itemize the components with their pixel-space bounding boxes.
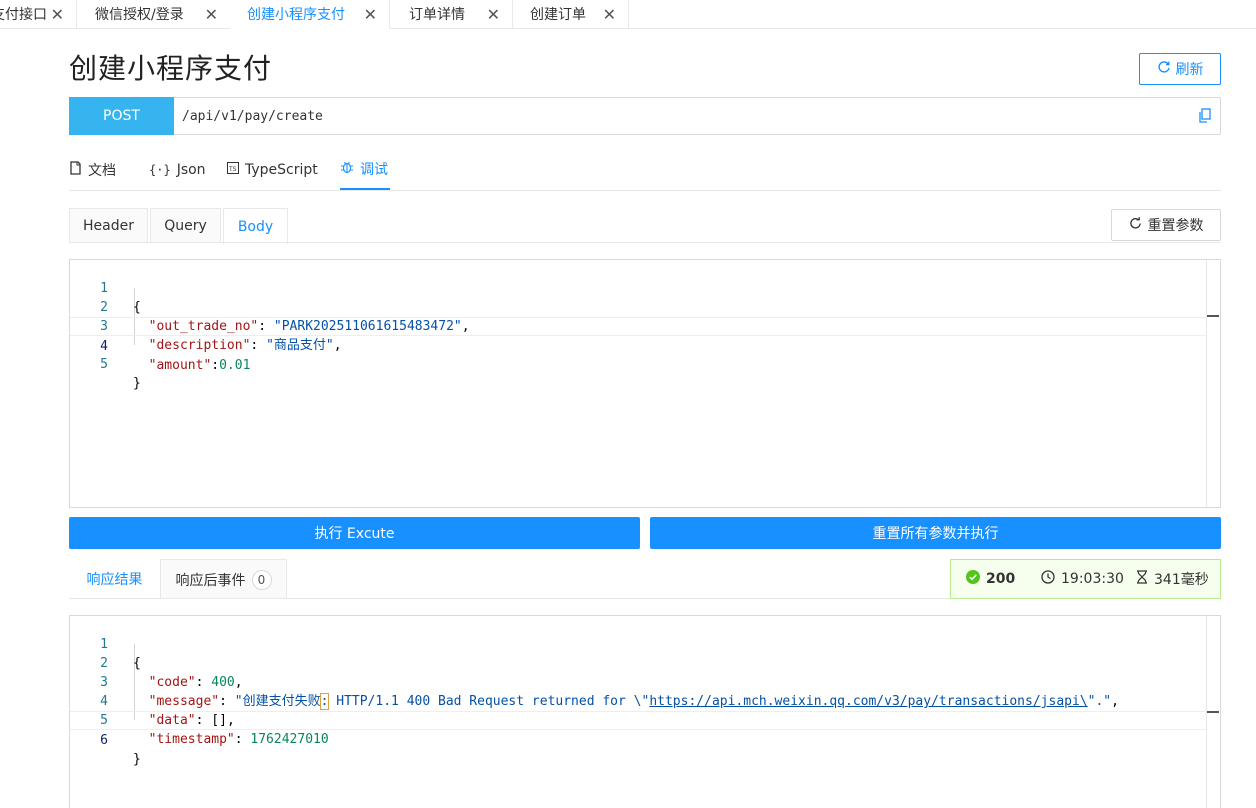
refresh-button[interactable]: 刷新 <box>1139 53 1221 85</box>
code-line: 1 { <box>70 260 1206 315</box>
top-tab-strip: 支付接口 ✕ 微信授权/登录 ✕ 创建小程序支付 ✕ 订单详情 ✕ 创建订单 ✕ <box>0 0 1256 29</box>
top-tab-create-order[interactable]: 创建订单 ✕ <box>512 0 629 28</box>
events-count-badge: 0 <box>251 569 272 590</box>
top-tab-label: 支付接口 <box>0 7 47 23</box>
document-icon <box>69 161 82 179</box>
response-body-editor[interactable]: 1 { 2 "code": 400, 3 "message": "创建支付失败:… <box>69 615 1221 808</box>
request-url-bar: POST /api/v1/pay/create <box>69 96 1221 135</box>
reset-params-button[interactable]: 重置参数 <box>1111 209 1221 241</box>
top-tab-pay-api[interactable]: 支付接口 ✕ <box>0 0 77 28</box>
response-duration-value: 341毫秒 <box>1154 572 1209 588</box>
editor-scrollbar[interactable] <box>1206 616 1220 808</box>
code-line-current: 4 "amount":0.01 <box>70 317 1206 373</box>
top-tab-wechat-auth[interactable]: 微信授权/登录 ✕ <box>76 0 231 28</box>
json-brace: } <box>133 752 141 767</box>
top-tab-label: 微信授权/登录 <box>95 7 184 23</box>
tab-json-label: Json <box>176 162 206 178</box>
close-icon[interactable]: ✕ <box>205 0 218 28</box>
tab-body[interactable]: Body <box>223 208 288 244</box>
response-time-value: 19:03:30 <box>1061 571 1124 587</box>
top-tab-label: 订单详情 <box>409 7 465 23</box>
tab-typescript[interactable]: TS TypeScript <box>227 150 318 190</box>
reload-icon <box>1129 216 1142 234</box>
code-line: 2 "code": 400, <box>70 635 1206 690</box>
status-code: 200 <box>966 560 1015 598</box>
response-duration: 341毫秒 <box>1136 560 1209 598</box>
close-icon[interactable]: ✕ <box>487 0 500 28</box>
request-body-editor[interactable]: 1 { 2 "out_trade_no": "PARK2025110616154… <box>69 259 1221 508</box>
json-key: "amount" <box>148 358 212 373</box>
top-tab-order-detail[interactable]: 订单详情 ✕ <box>390 0 513 28</box>
tab-response-events-label: 响应后事件 <box>175 572 246 589</box>
tab-doc-label: 文档 <box>88 163 116 179</box>
clock-icon <box>1041 570 1055 588</box>
code-line: 4 "data": [], <box>70 673 1206 728</box>
tab-debug[interactable]: 调试 <box>340 150 390 190</box>
json-key: "timestamp" <box>148 732 235 747</box>
json-brace: } <box>133 376 141 391</box>
code-line: 5 } <box>70 336 1206 391</box>
refresh-icon <box>1157 60 1171 78</box>
copy-icon[interactable] <box>1190 108 1220 124</box>
tab-typescript-label: TypeScript <box>245 162 318 178</box>
code-line: 3 "message": "创建支付失败: HTTP/1.1 400 Bad R… <box>70 654 1206 710</box>
close-icon[interactable]: ✕ <box>364 0 377 28</box>
braces-icon: {·} <box>149 163 171 177</box>
line-number: 5 <box>100 357 108 372</box>
close-icon[interactable]: ✕ <box>51 0 64 28</box>
execute-button[interactable]: 执行 Excute <box>69 517 640 549</box>
svg-text:TS: TS <box>228 166 237 173</box>
reset-and-execute-button[interactable]: 重置所有参数并执行 <box>650 517 1221 549</box>
status-code-value: 200 <box>986 571 1016 587</box>
tab-json[interactable]: {·} Json <box>149 150 206 190</box>
close-icon[interactable]: ✕ <box>603 0 616 28</box>
code-line: 3 "description": "商品支付", <box>70 298 1206 353</box>
reset-params-label: 重置参数 <box>1147 218 1204 234</box>
tab-doc[interactable]: 文档 <box>69 150 116 190</box>
code-line: 2 "out_trade_no": "PARK20251106161548347… <box>70 279 1206 334</box>
top-tab-label: 创建小程序支付 <box>247 7 345 23</box>
tab-response-result-label: 响应结果 <box>86 572 143 588</box>
tab-response-result[interactable]: 响应结果 <box>69 559 160 599</box>
response-status: 200 19:03:30 341毫秒 <box>950 559 1221 599</box>
line-number: 6 <box>100 733 108 748</box>
code-line: 1 { <box>70 616 1206 671</box>
check-circle-icon <box>966 570 980 588</box>
tab-header[interactable]: Header <box>69 208 148 243</box>
tab-response-events[interactable]: 响应后事件 0 <box>160 559 287 599</box>
tab-query[interactable]: Query <box>150 208 221 243</box>
json-value: 1762427010 <box>250 732 329 747</box>
code-line: 5 "timestamp": 1762427010 <box>70 692 1206 747</box>
json-value: 0.01 <box>219 358 251 373</box>
response-time: 19:03:30 <box>1041 560 1124 598</box>
refresh-label: 刷新 <box>1175 62 1204 78</box>
request-url[interactable]: /api/v1/pay/create <box>174 109 1190 124</box>
http-method-badge: POST <box>69 96 174 135</box>
hourglass-icon <box>1136 570 1148 588</box>
typescript-icon: TS <box>227 162 239 178</box>
editor-scrollbar[interactable] <box>1206 260 1220 507</box>
top-tab-label: 创建订单 <box>530 7 586 23</box>
tab-debug-label: 调试 <box>360 162 388 178</box>
bug-icon <box>340 160 354 178</box>
param-tabs-divider <box>69 242 1221 243</box>
view-tabs: 文档 {·} Json TS TypeScript 调试 <box>69 150 1221 191</box>
page-title: 创建小程序支付 <box>69 52 273 85</box>
top-tab-create-mini-pay[interactable]: 创建小程序支付 ✕ <box>230 0 390 29</box>
code-line-current: 6 } <box>70 711 1206 767</box>
